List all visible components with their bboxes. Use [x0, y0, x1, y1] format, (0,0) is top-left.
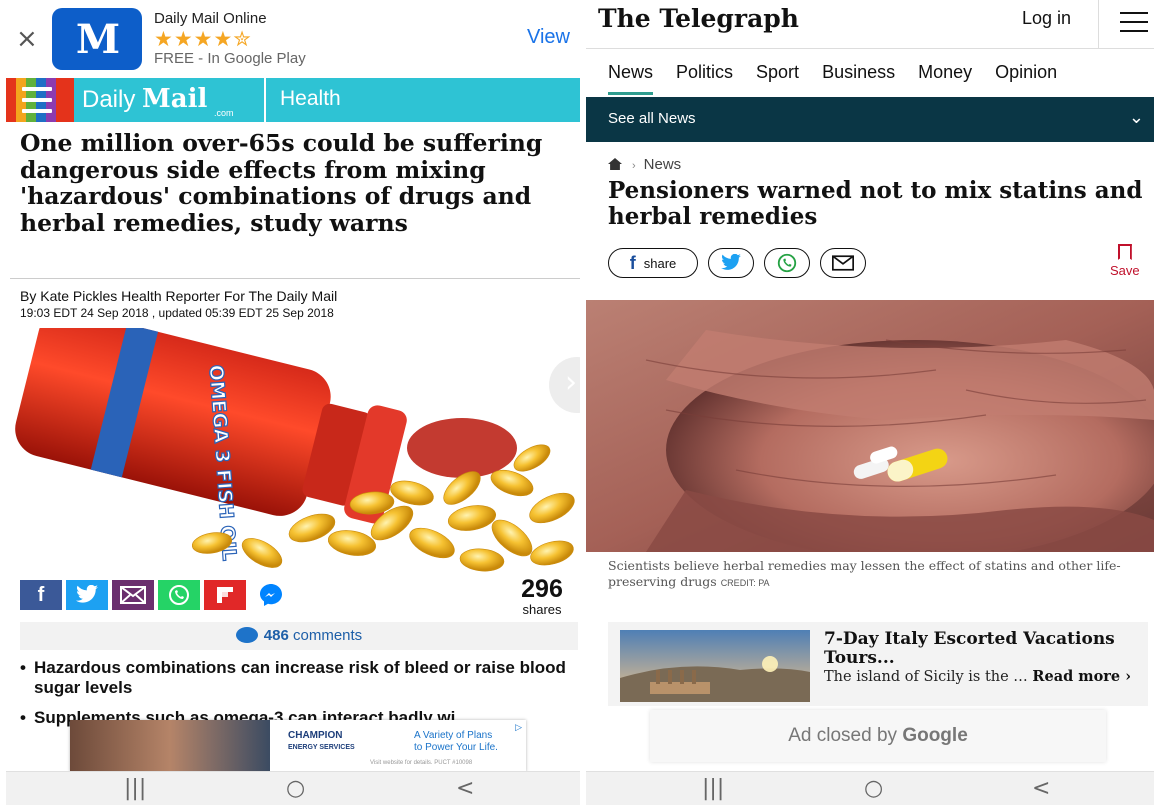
home-button[interactable]: ○ [864, 776, 883, 801]
system-nav-bar: ||| ○ < [6, 771, 580, 805]
view-app-button[interactable]: View [527, 26, 570, 49]
facebook-icon: f [629, 252, 636, 273]
divider [1098, 0, 1099, 48]
hamburger-menu-icon[interactable] [1120, 12, 1148, 32]
google-logo: Google [902, 725, 968, 746]
twitter-share-icon[interactable] [66, 580, 108, 610]
breadcrumb-news[interactable]: News [644, 156, 682, 173]
logo-suffix: .com [214, 108, 234, 118]
share-count: 296 shares [521, 575, 563, 617]
promo-description: The island of Sicily is the … Read more … [824, 668, 1132, 685]
system-nav-bar: ||| ○ < [586, 771, 1154, 805]
app-logo-icon: M [52, 8, 142, 70]
promo-thumbnail [620, 630, 810, 702]
app-price: FREE - In Google Play [154, 50, 306, 67]
ad-choices-icon[interactable]: ▷ [515, 722, 522, 733]
whatsapp-icon [777, 253, 797, 273]
bookmark-icon [1117, 244, 1132, 260]
read-more-link[interactable]: Read more › [1032, 668, 1131, 685]
facebook-share-button[interactable]: f share [608, 248, 698, 278]
email-share-button[interactable] [820, 248, 866, 278]
chevron-down-icon: ⌄ [1128, 107, 1144, 128]
save-button[interactable]: Save [1110, 244, 1140, 280]
recent-apps-button[interactable]: ||| [702, 776, 724, 801]
flipboard-share-icon[interactable] [204, 580, 246, 610]
twitter-icon [721, 254, 741, 270]
home-button[interactable]: ○ [286, 776, 305, 801]
ad-photo [70, 720, 270, 772]
see-all-news-dropdown[interactable]: See all News ⌄ [586, 97, 1154, 142]
hamburger-icon [22, 87, 52, 113]
dailymail-header: Daily Mail .com Health [6, 78, 580, 122]
article-image[interactable]: OMEGA 3 FISH OIL [12, 328, 580, 572]
ad-brand: CHAMPION ENERGY SERVICES [288, 730, 355, 751]
nav-item-politics[interactable]: Politics [676, 62, 733, 83]
article-headline: Pensioners warned not to mix statins and… [608, 177, 1143, 230]
app-install-banner: × M Daily Mail Online ★★★★✮ FREE - In Go… [0, 0, 580, 78]
nav-item-sport[interactable]: Sport [756, 62, 799, 83]
share-bar: f [20, 580, 292, 610]
promo-title[interactable]: 7-Day Italy Escorted Vacations Tours... [824, 630, 1144, 668]
divider [586, 48, 1154, 49]
nav-item-business[interactable]: Business [822, 62, 895, 83]
share-bar: f share [608, 248, 866, 278]
list-item: Hazardous combinations can increase risk… [20, 658, 574, 698]
nav-item-money[interactable]: Money [918, 62, 972, 83]
ad-fine-print: Visit website for details. PUCT #10098 [370, 760, 473, 766]
home-icon[interactable] [608, 158, 622, 170]
article-image[interactable] [586, 300, 1154, 552]
messenger-share-icon[interactable] [250, 580, 292, 610]
comment-bubble-icon [235, 627, 258, 643]
divider [10, 278, 580, 279]
nav-item-news[interactable]: News [608, 62, 654, 95]
telegraph-panel: The Telegraph Log in News Politics Sport… [586, 0, 1154, 805]
rating-stars-icon: ★★★★✮ [154, 27, 252, 51]
menu-button[interactable] [6, 78, 74, 122]
nav-item-opinion[interactable]: Opinion [995, 62, 1057, 83]
app-name: Daily Mail Online [154, 10, 267, 27]
whatsapp-share-icon[interactable] [158, 580, 200, 610]
telegraph-logo[interactable]: The Telegraph [598, 4, 799, 33]
facebook-share-icon[interactable]: f [20, 580, 62, 610]
twitter-share-button[interactable] [708, 248, 754, 278]
back-button[interactable]: < [456, 776, 474, 801]
chevron-right-icon: › [565, 365, 577, 400]
ad-tagline: A Variety of Plans to Power Your Life. [414, 730, 498, 753]
email-icon [832, 255, 854, 271]
header-divider [264, 78, 266, 122]
section-label[interactable]: Health [280, 87, 341, 111]
breadcrumb: › News [608, 156, 681, 173]
email-share-icon[interactable] [112, 580, 154, 610]
section-nav: News Politics Sport Business Money Opini… [608, 62, 1057, 95]
sponsored-promo[interactable]: 7-Day Italy Escorted Vacations Tours... … [608, 622, 1148, 706]
image-credit: CREDIT: PA [720, 578, 770, 588]
login-link[interactable]: Log in [1022, 8, 1071, 29]
advertisement[interactable]: CHAMPION ENERGY SERVICES A Variety of Pla… [70, 720, 526, 772]
article-timestamp: 19:03 EDT 24 Sep 2018 , updated 05:39 ED… [20, 306, 334, 320]
back-button[interactable]: < [1032, 776, 1050, 801]
recent-apps-button[interactable]: ||| [124, 776, 146, 801]
ad-closed-notice: Ad closed by Google [650, 710, 1106, 762]
comments-link[interactable]: 486 comments [20, 622, 578, 650]
article-headline: One million over-65s could be suffering … [20, 129, 543, 237]
dailymail-logo[interactable]: Daily Mail [82, 84, 207, 114]
image-caption: Scientists believe herbal remedies may l… [608, 558, 1121, 589]
article-byline[interactable]: By Kate Pickles Health Reporter For The … [20, 288, 337, 304]
close-icon[interactable]: × [16, 24, 38, 54]
dailymail-panel: × M Daily Mail Online ★★★★✮ FREE - In Go… [0, 0, 580, 805]
whatsapp-share-button[interactable] [764, 248, 810, 278]
